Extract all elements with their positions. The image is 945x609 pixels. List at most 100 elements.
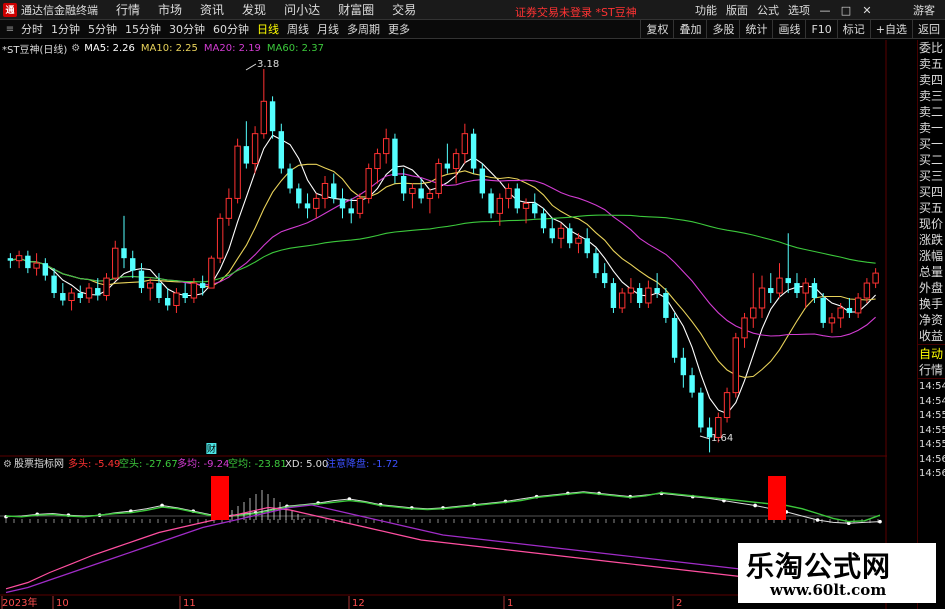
stack-icon[interactable]: ≡ xyxy=(3,24,17,35)
quote-panel-item[interactable]: 行情 xyxy=(918,362,945,378)
quote-panel-item[interactable]: 买二 xyxy=(918,152,945,168)
menu-layout[interactable]: 版面 xyxy=(726,2,748,18)
candle-body-down xyxy=(60,293,66,301)
menu-wealth-circle[interactable]: 财富圈 xyxy=(338,1,374,18)
period-30min[interactable]: 30分钟 xyxy=(165,21,209,37)
settings-gear-icon[interactable]: ⚙ xyxy=(71,43,80,54)
quote-panel-item[interactable]: 净资 xyxy=(918,312,945,328)
quote-panel-item[interactable]: 自动 xyxy=(918,346,945,362)
title-bar: 通 通达信金融终端 行情 市场 资讯 发现 问小达 财富圈 交易 证券交易未登录… xyxy=(0,0,945,20)
app-logo-icon: 通 xyxy=(3,2,17,17)
quote-panel-item[interactable]: 买三 xyxy=(918,168,945,184)
candle-body-up xyxy=(723,392,731,419)
candle-body-up xyxy=(505,187,512,199)
quote-panel-item[interactable]: 14:55 xyxy=(918,409,945,424)
period-daily[interactable]: 日线 xyxy=(253,21,283,37)
multi-stock-button[interactable]: 多股 xyxy=(706,20,739,39)
candle-body-down xyxy=(304,203,311,209)
back-button[interactable]: 返回 xyxy=(912,20,945,39)
candle-body-up xyxy=(802,282,809,294)
candle-body-up xyxy=(452,153,460,170)
period-1min[interactable]: 1分钟 xyxy=(47,21,84,37)
candle-body-down xyxy=(514,188,520,209)
candle-body-down xyxy=(339,198,346,209)
indicator-xd: XD: 5.00 xyxy=(285,459,328,470)
quote-panel-item[interactable]: 14:55 xyxy=(918,438,945,453)
statistics-button[interactable]: 统计 xyxy=(739,20,772,39)
menu-discover[interactable]: 发现 xyxy=(242,1,266,18)
candle-body-down xyxy=(794,283,800,294)
period-multi[interactable]: 多周期 xyxy=(343,21,384,37)
quote-panel-item[interactable]: 现价 xyxy=(918,216,945,232)
period-15min[interactable]: 15分钟 xyxy=(121,21,165,37)
quote-panel-item[interactable]: 14:55 xyxy=(918,424,945,439)
guest-account-button[interactable]: 游客 xyxy=(913,2,935,18)
candle-body-down xyxy=(138,270,145,289)
add-watchlist-button[interactable]: +自选 xyxy=(869,20,912,39)
candle-body-up xyxy=(33,262,40,269)
quote-panel-item[interactable]: 14:56 xyxy=(918,453,945,468)
menu-ask-assistant[interactable]: 问小达 xyxy=(284,1,320,18)
quote-panel-item[interactable]: 卖四 xyxy=(918,72,945,88)
quote-panel-item[interactable]: 收益 xyxy=(918,328,945,344)
quote-panel-item[interactable]: 涨幅 xyxy=(918,248,945,264)
candle-body-down xyxy=(488,193,494,214)
quote-panel-item[interactable]: 卖一 xyxy=(918,120,945,136)
menu-options[interactable]: 选项 xyxy=(788,2,810,18)
signal-bar xyxy=(768,476,786,520)
quote-panel-item[interactable]: 14:56 xyxy=(918,467,945,482)
period-weekly[interactable]: 周线 xyxy=(283,21,313,37)
menu-market[interactable]: 市场 xyxy=(158,1,182,18)
period-monthly[interactable]: 月线 xyxy=(313,21,343,37)
candle-body-up xyxy=(627,287,635,294)
max-price-marker: 3.18 xyxy=(257,59,279,70)
candle-body-up xyxy=(854,297,862,314)
menu-market-quotes[interactable]: 行情 xyxy=(116,1,140,18)
quote-panel-item[interactable]: 14:54 xyxy=(918,380,945,395)
candle-body-down xyxy=(121,248,127,259)
quote-panel-item[interactable]: 涨跌 xyxy=(918,232,945,248)
ma20-value: MA20: 2.19 xyxy=(203,42,261,54)
period-intraday[interactable]: 分时 xyxy=(17,21,47,37)
quote-panel-item[interactable]: 卖二 xyxy=(918,104,945,120)
menu-formula[interactable]: 公式 xyxy=(757,2,779,18)
candle-body-up xyxy=(173,292,180,306)
close-icon[interactable]: ✕ xyxy=(861,4,873,17)
quote-panel-item[interactable]: 14:54 xyxy=(918,395,945,410)
period-60min[interactable]: 60分钟 xyxy=(209,21,253,37)
overlay-button[interactable]: 叠加 xyxy=(673,20,706,39)
candle-body-up xyxy=(365,168,372,199)
quote-panel-item[interactable]: 买一 xyxy=(918,136,945,152)
menu-function[interactable]: 功能 xyxy=(695,2,717,18)
kline-chart[interactable]: 财除预 3.203.103.002.902.802.702.602.502.40… xyxy=(0,40,887,609)
candle-body-up xyxy=(321,182,329,199)
quote-panel-item[interactable]: 卖五 xyxy=(918,56,945,72)
quote-panel-item[interactable]: 外盘 xyxy=(918,280,945,296)
quote-panel-item[interactable]: 卖三 xyxy=(918,88,945,104)
mark-button[interactable]: 标记 xyxy=(836,20,870,39)
period-5min[interactable]: 5分钟 xyxy=(84,21,121,37)
period-more[interactable]: 更多 xyxy=(384,21,414,37)
indicator-kongtou: 空头: -27.67 xyxy=(119,457,178,470)
quote-panel-item[interactable]: 买四 xyxy=(918,184,945,200)
quote-panel-item[interactable]: 买五 xyxy=(918,200,945,216)
candle-body-up xyxy=(356,197,364,214)
quote-panel-item[interactable]: 总量 xyxy=(918,264,945,280)
maximize-icon[interactable]: □ xyxy=(840,4,852,17)
stock-title: *ST豆神(日线) xyxy=(2,44,68,56)
indicator-name[interactable]: 股票指标网 xyxy=(14,457,64,470)
minimize-icon[interactable]: — xyxy=(819,4,831,17)
candle-body-up xyxy=(234,145,241,199)
adjust-button[interactable]: 复权 xyxy=(640,20,673,39)
menu-trade[interactable]: 交易 xyxy=(392,1,416,18)
menu-news[interactable]: 资讯 xyxy=(200,1,224,18)
quote-panel-item[interactable]: 委比 xyxy=(918,40,945,56)
min-price-marker: 1.64 xyxy=(711,433,733,444)
quote-panel-item[interactable]: 换手 xyxy=(918,296,945,312)
draw-line-button[interactable]: 画线 xyxy=(772,20,805,39)
f10-button[interactable]: F10 xyxy=(805,20,836,39)
indicator-gear-icon[interactable]: ⚙ xyxy=(3,459,12,470)
ma10-value: MA10: 2.25 xyxy=(140,42,198,54)
candle-body-up xyxy=(190,282,198,299)
ma60-value: MA60: 2.37 xyxy=(266,42,324,54)
